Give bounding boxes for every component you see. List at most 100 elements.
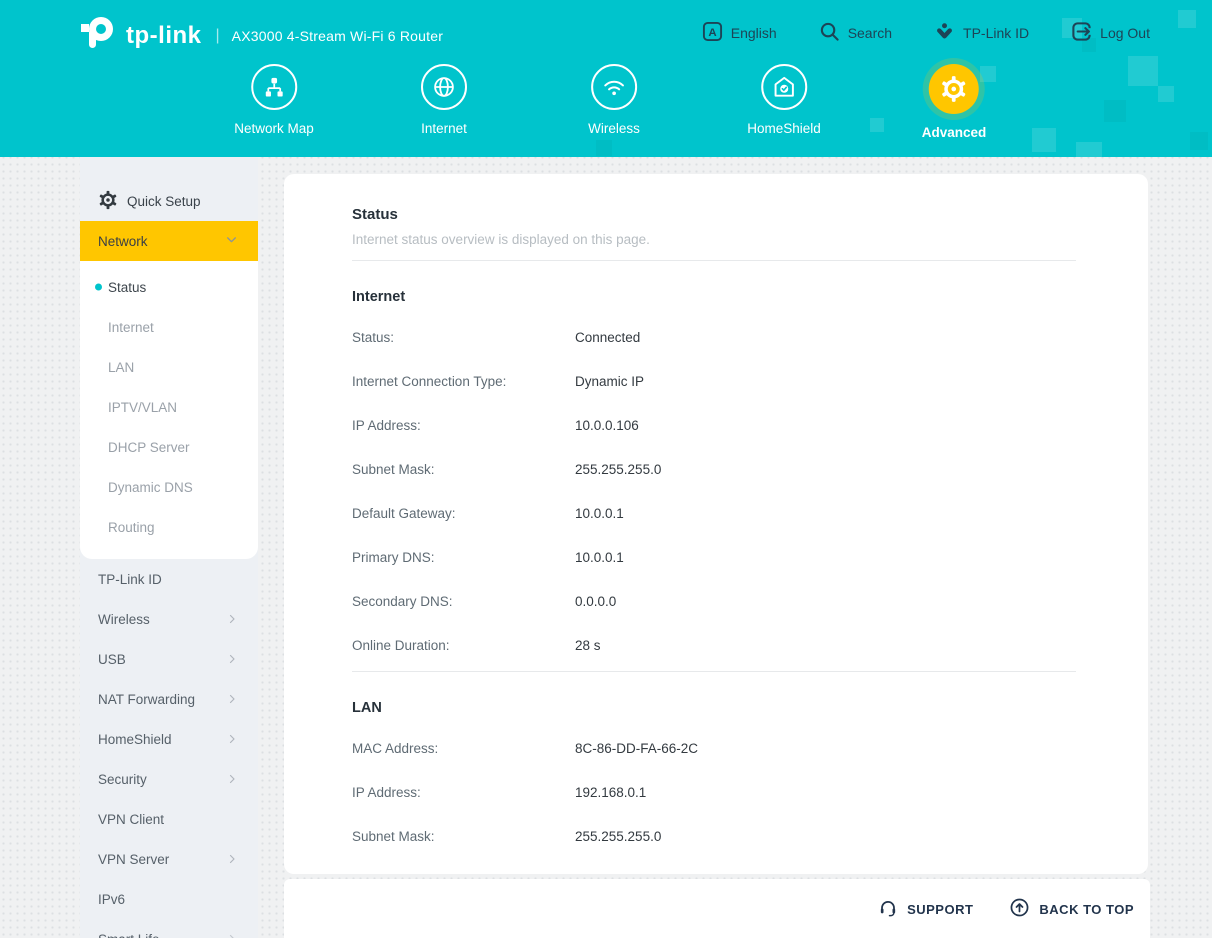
nav-wireless-label: Wireless: [588, 121, 640, 136]
sidebar-item-usb[interactable]: USB: [80, 639, 258, 679]
sidebar-item-lan[interactable]: LAN: [80, 347, 258, 387]
svg-text:A: A: [708, 27, 716, 39]
info-row-subnet-mask: Subnet Mask: 255.255.255.0: [352, 447, 1076, 491]
tplink-logo-icon: [78, 13, 118, 58]
search-button[interactable]: Search: [819, 21, 892, 45]
sidebar-item-status[interactable]: Status: [80, 267, 258, 307]
search-label: Search: [848, 25, 892, 41]
smart-life-menu-label: Smart Life: [98, 932, 160, 938]
brand: tp-link | AX3000 4-Stream Wi-Fi 6 Router: [78, 13, 443, 58]
sidebar-item-homeshield[interactable]: HomeShield: [80, 719, 258, 759]
row-label: Subnet Mask:: [352, 462, 575, 477]
row-label: Status:: [352, 330, 575, 345]
nav-homeshield[interactable]: HomeShield: [747, 64, 821, 136]
sidebar-item-iptv-vlan[interactable]: IPTV/VLAN: [80, 387, 258, 427]
row-value: 0.0.0.0: [575, 594, 616, 609]
chevron-right-icon: [226, 693, 238, 705]
headset-icon: [878, 898, 898, 921]
nat-forwarding-menu-label: NAT Forwarding: [98, 692, 195, 707]
info-row-lan-subnet-mask: Subnet Mask: 255.255.255.0: [352, 814, 1076, 858]
sidebar-item-nat-forwarding[interactable]: NAT Forwarding: [80, 679, 258, 719]
sidebar-item-routing[interactable]: Routing: [80, 507, 258, 547]
nav-advanced[interactable]: Advanced: [922, 64, 987, 140]
chevron-right-icon: [226, 613, 238, 625]
quick-setup-label: Quick Setup: [127, 194, 201, 209]
active-bullet-icon: [95, 284, 102, 291]
info-row-lan-ip-address: IP Address: 192.168.0.1: [352, 770, 1076, 814]
brand-separator: |: [216, 27, 220, 45]
support-button[interactable]: SUPPORT: [878, 898, 973, 921]
row-label: Online Duration:: [352, 638, 575, 653]
info-row-online-duration: Online Duration: 28 s: [352, 623, 1076, 667]
row-label: Internet Connection Type:: [352, 374, 575, 389]
tplink-id-icon: [934, 21, 955, 45]
nav-internet[interactable]: Internet: [421, 64, 467, 136]
sidebar-item-vpn-client[interactable]: VPN Client: [80, 799, 258, 839]
language-button[interactable]: A English: [702, 21, 777, 45]
sidebar-item-tplink-id[interactable]: TP-Link ID: [80, 559, 258, 599]
sidebar-item-smart-life[interactable]: Smart Life: [80, 919, 258, 938]
lan-section-heading: LAN: [352, 700, 1076, 716]
search-icon: [819, 21, 840, 45]
sidebar-item-wireless[interactable]: Wireless: [80, 599, 258, 639]
info-row-secondary-dns: Secondary DNS: 0.0.0.0: [352, 579, 1076, 623]
router-admin-page: tp-link | AX3000 4-Stream Wi-Fi 6 Router…: [0, 0, 1212, 938]
row-label: Subnet Mask:: [352, 829, 575, 844]
row-value: 10.0.0.1: [575, 550, 624, 565]
arrow-up-circle-icon: [1009, 897, 1030, 921]
row-label: MAC Address:: [352, 741, 575, 756]
network-submenu: Status Internet LAN IPTV/VLAN DHCP Serve…: [80, 261, 258, 559]
page-subtitle: Internet status overview is displayed on…: [352, 232, 1076, 247]
info-row-status: Status: Connected: [352, 315, 1076, 359]
nav-internet-label: Internet: [421, 121, 467, 136]
info-row-mac-address: MAC Address: 8C-86-DD-FA-66-2C: [352, 726, 1076, 770]
router-model: AX3000 4-Stream Wi-Fi 6 Router: [232, 28, 443, 44]
nav-homeshield-label: HomeShield: [747, 121, 821, 136]
sidebar-item-ipv6[interactable]: IPv6: [80, 879, 258, 919]
row-value: 10.0.0.1: [575, 506, 624, 521]
sidebar: Quick Setup Network Status Internet LAN: [80, 157, 258, 938]
row-label: Default Gateway:: [352, 506, 575, 521]
home-shield-icon: [761, 64, 807, 110]
sidebar-item-network[interactable]: Network: [80, 221, 258, 261]
divider: [352, 671, 1076, 672]
main-nav: Network Map Internet: [0, 64, 1212, 154]
sidebar-item-internet[interactable]: Internet: [80, 307, 258, 347]
chevron-right-icon: [226, 733, 238, 745]
logout-button[interactable]: Log Out: [1071, 21, 1150, 45]
ipv6-menu-label: IPv6: [98, 892, 125, 907]
header-actions: A English Search: [702, 21, 1150, 45]
dynamic-dns-label: Dynamic DNS: [108, 480, 193, 495]
network-label: Network: [98, 234, 148, 249]
nav-wireless[interactable]: Wireless: [588, 64, 640, 136]
sidebar-item-security[interactable]: Security: [80, 759, 258, 799]
back-to-top-button[interactable]: BACK TO TOP: [1009, 897, 1134, 921]
info-row-default-gateway: Default Gateway: 10.0.0.1: [352, 491, 1076, 535]
gear-icon: [929, 64, 979, 114]
dhcp-server-label: DHCP Server: [108, 440, 190, 455]
header: tp-link | AX3000 4-Stream Wi-Fi 6 Router…: [0, 0, 1212, 157]
sidebar-item-dynamic-dns[interactable]: Dynamic DNS: [80, 467, 258, 507]
tplink-id-button[interactable]: TP-Link ID: [934, 21, 1029, 45]
chevron-right-icon: [226, 853, 238, 865]
vpn-client-menu-label: VPN Client: [98, 812, 164, 827]
back-to-top-label: BACK TO TOP: [1039, 902, 1134, 917]
pattern-square: [1178, 10, 1196, 28]
homeshield-menu-label: HomeShield: [98, 732, 172, 747]
internet-section-heading: Internet: [352, 289, 1076, 305]
row-value: 10.0.0.106: [575, 418, 639, 433]
info-row-connection-type: Internet Connection Type: Dynamic IP: [352, 359, 1076, 403]
sidebar-item-dhcp-server[interactable]: DHCP Server: [80, 427, 258, 467]
row-label: Secondary DNS:: [352, 594, 575, 609]
sidebar-item-vpn-server[interactable]: VPN Server: [80, 839, 258, 879]
nav-network-map[interactable]: Network Map: [234, 64, 314, 136]
vpn-server-menu-label: VPN Server: [98, 852, 169, 867]
iptv-vlan-label: IPTV/VLAN: [108, 400, 177, 415]
network-map-icon: [251, 64, 297, 110]
row-label: IP Address:: [352, 785, 575, 800]
chevron-right-icon: [226, 653, 238, 665]
wifi-icon: [591, 64, 637, 110]
security-menu-label: Security: [98, 772, 147, 787]
row-label: IP Address:: [352, 418, 575, 433]
sidebar-item-quick-setup[interactable]: Quick Setup: [80, 181, 258, 221]
